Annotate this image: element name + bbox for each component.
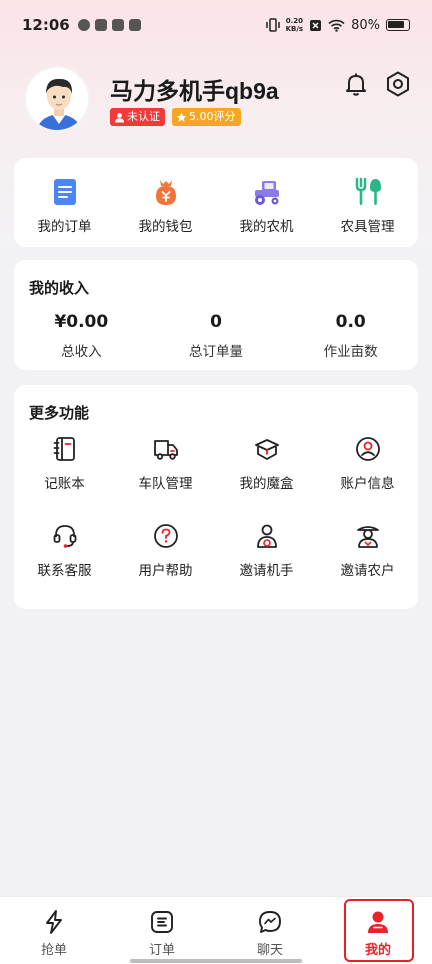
notebook-icon: [53, 437, 75, 461]
invite-farmer-icon: [356, 526, 379, 548]
income-card: 我的收入 ¥0.00 总收入 0 总订单量 0.0 作业亩数: [14, 260, 418, 370]
function-invite-driver[interactable]: 邀请机手: [216, 522, 317, 579]
verification-badge[interactable]: 未认证: [110, 108, 165, 126]
tab-label: 订单: [148, 943, 175, 958]
status-app-icon: [128, 19, 141, 31]
order-tab-icon: [151, 911, 173, 933]
avatar[interactable]: [24, 66, 90, 132]
wallet-icon: [155, 180, 176, 205]
tractor-icon: [254, 181, 279, 205]
income-stat-work-acres[interactable]: 0.0 作业亩数: [283, 312, 418, 360]
status-right: 0.20 KB/s 80%: [265, 17, 410, 33]
battery-icon: [386, 19, 410, 31]
function-fleet[interactable]: 车队管理: [115, 435, 216, 492]
function-user-help[interactable]: 用户帮助: [115, 522, 216, 579]
income-stats: ¥0.00 总收入 0 总订单量 0.0 作业亩数: [14, 312, 418, 360]
income-stat-label: 总收入: [61, 344, 102, 360]
income-stat-value: 0: [210, 312, 222, 332]
function-customer-service[interactable]: 联系客服: [14, 522, 115, 579]
bell-icon[interactable]: [342, 70, 370, 98]
headset-icon: [53, 525, 76, 548]
profile-header: 马力多机手qb9a 未认证 5.00评分: [24, 66, 414, 136]
function-magic-box[interactable]: 我的魔盒: [216, 435, 317, 492]
wifi-icon: [328, 19, 345, 32]
network-speed-unit: KB/s: [285, 25, 304, 33]
help-icon: [153, 524, 178, 548]
settings-icon[interactable]: [384, 70, 412, 98]
income-stat-total-income[interactable]: ¥0.00 总收入: [14, 312, 149, 360]
user-icon: [115, 112, 124, 122]
vibrate-icon: [265, 18, 280, 32]
avatar-illustration: [26, 68, 88, 130]
rating-badge-label: 5.00评分: [189, 110, 236, 123]
function-account-info[interactable]: 账户信息: [317, 435, 418, 492]
quick-actions-card: 我的订单 我的钱包 我的农机 农具管理: [14, 158, 418, 247]
home-indicator[interactable]: [130, 959, 302, 963]
status-check-icon: [77, 19, 90, 31]
income-stat-total-orders[interactable]: 0 总订单量: [149, 312, 284, 360]
status-time: 12:06: [22, 16, 70, 34]
income-stat-label: 作业亩数: [323, 344, 378, 360]
account-icon: [355, 437, 380, 461]
sim-icon: [310, 19, 322, 31]
function-label: 邀请农户: [340, 563, 395, 579]
star-icon: [176, 112, 187, 122]
status-app-icon: [94, 19, 107, 31]
farm-tools-icon: [355, 177, 381, 205]
verification-badge-label: 未认证: [127, 110, 160, 123]
tab-grab-order[interactable]: 抢单: [0, 897, 108, 964]
rating-badge: 5.00评分: [172, 108, 241, 126]
function-label: 邀请机手: [239, 563, 294, 579]
active-tab-highlight: [344, 899, 414, 962]
more-functions-title: 更多功能: [29, 404, 90, 422]
status-bar: 12:06 0.20 KB/s 80%: [0, 0, 432, 50]
battery-percent: 80%: [351, 17, 380, 33]
tab-label: 聊天: [256, 943, 283, 958]
function-label: 记账本: [44, 476, 85, 492]
function-label: 车队管理: [138, 476, 193, 492]
quick-action-my-machinery[interactable]: 我的农机: [216, 158, 317, 247]
function-grid: 记账本 车队管理 我的魔盒 账户信息 联系客服 用户帮助 邀请机手 邀请农户: [14, 435, 418, 579]
tab-orders[interactable]: 订单: [108, 897, 216, 964]
network-speed-value: 0.20: [285, 17, 303, 25]
tab-label: 抢单: [40, 943, 67, 958]
user-name: 马力多机手qb9a: [110, 78, 279, 104]
quick-action-my-orders[interactable]: 我的订单: [14, 158, 115, 247]
tab-chat[interactable]: 聊天: [216, 897, 324, 964]
chat-icon: [259, 911, 281, 933]
quick-action-label: 农具管理: [340, 219, 395, 235]
function-label: 联系客服: [37, 563, 92, 579]
status-app-icon: [111, 19, 124, 31]
order-icon: [53, 179, 76, 205]
more-functions-card: 更多功能 记账本 车队管理 我的魔盒 账户信息 联系客服 用户帮助 邀请机手 邀…: [14, 385, 418, 609]
income-stat-value: 0.0: [335, 312, 366, 332]
function-label: 我的魔盒: [239, 476, 294, 492]
function-label: 用户帮助: [138, 563, 193, 579]
lightning-icon: [46, 910, 62, 934]
function-invite-farmer[interactable]: 邀请农户: [317, 522, 418, 579]
income-title: 我的收入: [29, 279, 90, 297]
magic-box-icon: [254, 439, 279, 460]
income-stat-value: ¥0.00: [54, 312, 109, 332]
network-speed: 0.20 KB/s: [286, 17, 303, 33]
quick-action-label: 我的农机: [239, 219, 294, 235]
invite-driver-icon: [256, 524, 277, 548]
quick-action-label: 我的订单: [37, 219, 92, 235]
quick-action-farm-tools[interactable]: 农具管理: [317, 158, 418, 247]
income-stat-label: 总订单量: [189, 344, 243, 360]
function-notebook[interactable]: 记账本: [14, 435, 115, 492]
truck-icon: [153, 440, 178, 460]
function-label: 账户信息: [340, 476, 395, 492]
quick-action-wallet[interactable]: 我的钱包: [115, 158, 216, 247]
quick-action-label: 我的钱包: [138, 219, 193, 235]
